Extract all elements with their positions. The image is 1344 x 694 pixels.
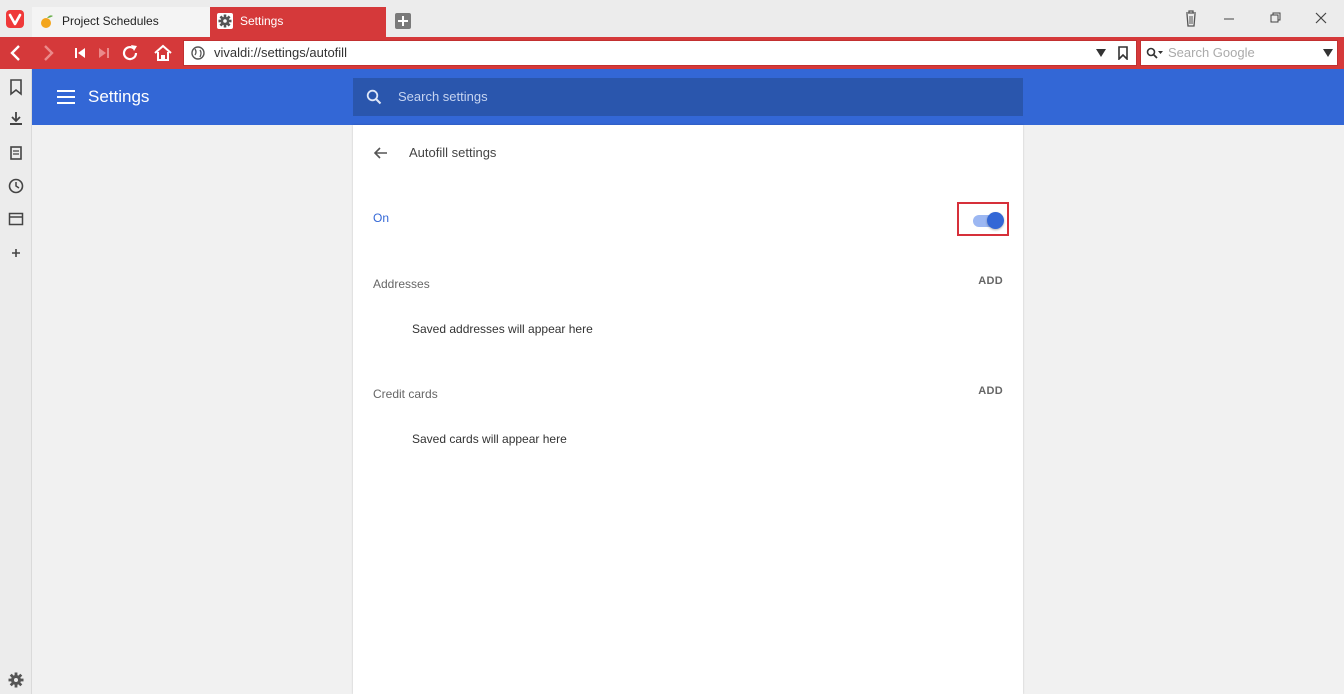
close-button[interactable] [1308, 8, 1334, 28]
restore-button[interactable] [1262, 8, 1288, 28]
search-engine-icon [1146, 47, 1163, 59]
forward-button[interactable] [36, 41, 60, 65]
settings-search-input[interactable]: Search settings [353, 78, 1023, 116]
autofill-toggle-highlight [957, 202, 1009, 236]
trash-icon [1186, 10, 1196, 27]
dropdown-arrow-icon[interactable] [1323, 49, 1333, 57]
window-panel-icon[interactable] [7, 210, 25, 228]
home-icon [154, 44, 172, 61]
history-icon[interactable] [7, 177, 25, 195]
settings-title: Settings [88, 87, 150, 106]
close-icon [1315, 12, 1327, 24]
bookmark-panel-icon[interactable] [7, 78, 25, 96]
tab-title: Project Schedules [62, 14, 159, 28]
credit-cards-label: Credit cards [373, 387, 438, 401]
address-toolbar: vivaldi://settings/autofill Search Googl… [0, 37, 1344, 69]
settings-header: Settings Search settings [32, 69, 1344, 125]
fruit-icon [41, 15, 53, 28]
tab-title: Settings [240, 14, 284, 28]
url-field[interactable]: vivaldi://settings/autofill [183, 40, 1137, 66]
dropdown-arrow-icon[interactable] [1096, 49, 1106, 57]
reload-button[interactable] [118, 41, 142, 65]
reload-icon [122, 45, 138, 61]
rewind-button[interactable] [68, 41, 92, 65]
bookmark-icon[interactable] [1118, 46, 1128, 60]
fast-forward-button[interactable] [92, 41, 116, 65]
settings-gear-icon[interactable] [7, 671, 25, 689]
credit-cards-empty-text: Saved cards will appear here [412, 432, 567, 446]
home-button[interactable] [151, 41, 175, 65]
add-panel-icon[interactable] [7, 244, 25, 262]
autofill-toggle-knob[interactable] [987, 212, 1004, 229]
chevron-left-icon [10, 45, 20, 61]
download-icon[interactable] [7, 110, 25, 128]
plus-icon [398, 16, 408, 26]
tab-settings[interactable]: Settings [210, 7, 386, 37]
settings-search-placeholder: Search settings [398, 89, 488, 104]
add-address-button[interactable]: ADD [978, 274, 1003, 288]
back-button[interactable] [4, 41, 28, 65]
back-arrow-icon[interactable] [372, 144, 390, 162]
autofill-toggle-label: On [373, 211, 390, 225]
search-icon [366, 89, 382, 105]
autofill-settings-card: Autofill settings On Addresses ADD Saved… [353, 125, 1023, 694]
chevron-right-icon [44, 45, 54, 61]
add-credit-card-button[interactable]: ADD [978, 384, 1003, 398]
tab-strip: Project Schedules Settings [0, 0, 1344, 37]
search-engine-field[interactable]: Search Google [1140, 40, 1338, 66]
notes-icon[interactable] [7, 144, 25, 162]
addresses-empty-text: Saved addresses will appear here [412, 322, 593, 336]
globe-icon [191, 46, 205, 60]
tab-project-schedules[interactable]: Project Schedules [32, 7, 210, 37]
fast-forward-icon [99, 48, 109, 58]
addresses-label: Addresses [373, 277, 430, 291]
page-title: Autofill settings [409, 145, 497, 160]
restore-icon [1270, 12, 1281, 23]
vivaldi-menu-icon[interactable] [6, 10, 24, 28]
new-tab-button[interactable] [395, 13, 411, 29]
gear-icon [217, 13, 233, 29]
hamburger-menu-icon[interactable] [57, 89, 75, 105]
url-text: vivaldi://settings/autofill [214, 45, 347, 60]
search-engine-placeholder: Search Google [1168, 45, 1255, 60]
rewind-icon [75, 48, 85, 58]
minimize-icon [1224, 18, 1234, 20]
minimize-button[interactable] [1216, 8, 1242, 28]
side-panel [0, 69, 32, 694]
trash-button[interactable] [1178, 8, 1204, 28]
